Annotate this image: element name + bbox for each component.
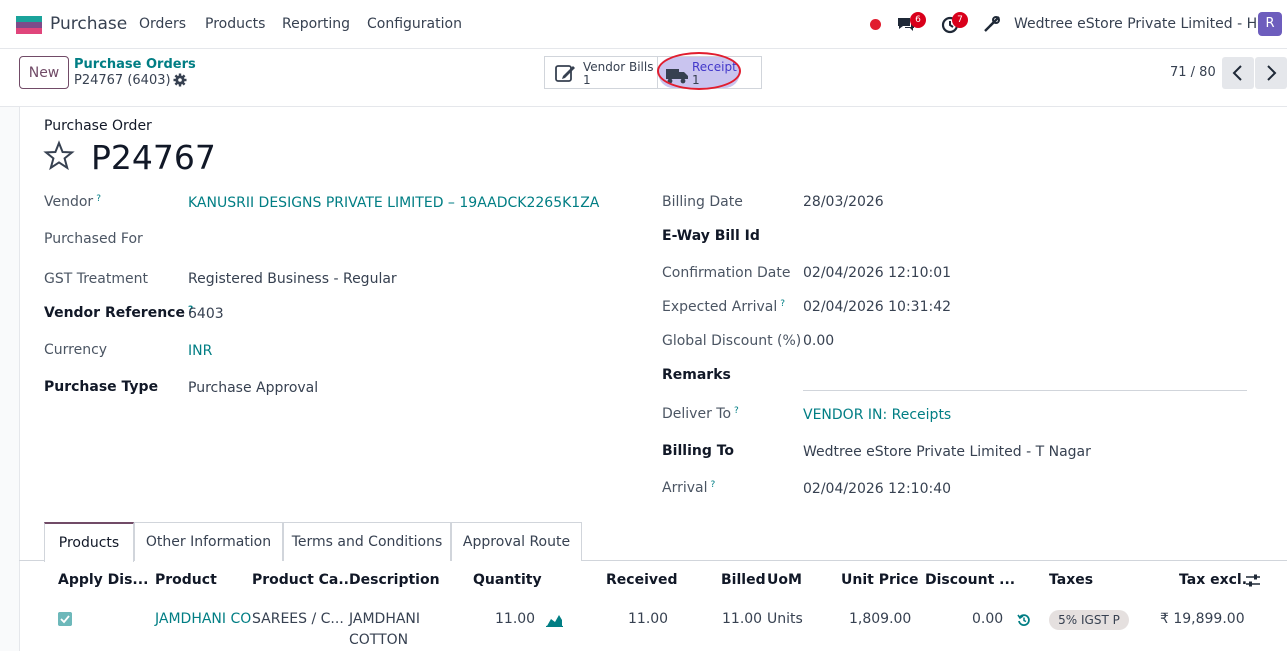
tab-approval-route[interactable]: Approval Route <box>451 522 582 561</box>
truck-icon <box>666 69 688 84</box>
expected-arrival-field[interactable]: 02/04/2026 10:31:42 <box>803 299 951 315</box>
column-received[interactable]: Received <box>606 572 678 588</box>
cell-unit-price[interactable]: 1,809.00 <box>849 611 911 627</box>
deliver-to-field[interactable]: VENDOR IN: Receipts <box>803 407 951 423</box>
chevron-left-icon <box>1232 65 1242 81</box>
tab-other-information[interactable]: Other Information <box>134 522 283 561</box>
eway-bill-label: E-Way Bill Id <box>662 228 760 244</box>
column-taxes[interactable]: Taxes <box>1049 572 1093 588</box>
column-uom[interactable]: UoM <box>767 572 802 588</box>
vendor-reference-field[interactable]: 6403 <box>188 306 224 322</box>
receipt-label: Receipt <box>692 60 737 74</box>
purchase-app-icon[interactable] <box>16 16 42 34</box>
column-product-category[interactable]: Product Ca... <box>252 572 354 588</box>
purchase-type-field[interactable]: Purchase Approval <box>188 380 318 396</box>
column-apply-discount[interactable]: Apply Dis... <box>58 572 148 588</box>
control-panel: New Purchase Orders P24767 (6403) Vendor… <box>0 49 1287 107</box>
pager-previous-button[interactable] <box>1222 57 1254 89</box>
chevron-right-icon <box>1267 65 1277 81</box>
global-discount-label: Global Discount (%) <box>662 333 802 349</box>
tab-terms-and-conditions[interactable]: Terms and Conditions <box>283 522 451 561</box>
column-settings-icon[interactable] <box>1245 573 1261 589</box>
menu-configuration[interactable]: Configuration <box>367 16 462 32</box>
cell-uom[interactable]: Units <box>767 611 803 627</box>
remarks-input-underline[interactable] <box>803 390 1247 391</box>
breadcrumb-current: P24767 (6403) <box>74 73 171 88</box>
order-name: P24767 <box>91 138 216 177</box>
confirmation-date-field[interactable]: 02/04/2026 12:10:01 <box>803 265 951 281</box>
billing-date-field[interactable]: 28/03/2026 <box>803 194 884 210</box>
form-sheet <box>19 107 1287 651</box>
menu-orders[interactable]: Orders <box>139 16 186 32</box>
column-unit-price[interactable]: Unit Price <box>841 572 918 588</box>
vendor-help-icon[interactable]: ? <box>96 194 101 204</box>
cell-billed[interactable]: 11.00 <box>722 611 762 627</box>
global-discount-field[interactable]: 0.00 <box>803 333 834 349</box>
recording-dot-icon[interactable] <box>870 19 881 30</box>
vendor-label: Vendor? <box>44 194 101 210</box>
confirmation-date-label: Confirmation Date <box>662 265 791 281</box>
column-billed[interactable]: Billed <box>721 572 766 588</box>
expected-arrival-label: Expected Arrival? <box>662 299 786 315</box>
vendor-bills-button[interactable]: Vendor Bills 1 <box>544 56 658 89</box>
tax-tag[interactable]: 5% IGST P <box>1049 610 1129 630</box>
purchase-type-label: Purchase Type <box>44 379 159 395</box>
gst-treatment-field[interactable]: Registered Business - Regular <box>188 271 397 287</box>
company-switcher[interactable]: Wedtree eStore Private Limited - HO <box>1014 16 1268 32</box>
cell-tax-excluded[interactable]: ₹ 19,899.00 <box>1160 611 1245 627</box>
activity-badge: 7 <box>952 12 968 28</box>
star-icon[interactable] <box>43 140 75 172</box>
receipt-count: 1 <box>692 73 700 87</box>
cell-discount[interactable]: 0.00 <box>972 611 1003 627</box>
cell-quantity[interactable]: 11.00 <box>495 611 535 627</box>
arrival-field[interactable]: 02/04/2026 12:10:40 <box>803 481 951 497</box>
history-icon[interactable] <box>1017 613 1031 627</box>
expected-arrival-help-icon[interactable]: ? <box>780 299 785 309</box>
cell-received[interactable]: 11.00 <box>628 611 668 627</box>
tab-products[interactable]: Products <box>44 522 134 562</box>
gst-treatment-label: GST Treatment <box>44 271 148 287</box>
chat-badge: 6 <box>910 12 926 28</box>
cell-description-line-2[interactable]: COTTON <box>349 632 408 648</box>
app-name[interactable]: Purchase <box>50 14 127 34</box>
column-discount[interactable]: Discount ... <box>925 572 1015 588</box>
vendor-field[interactable]: KANUSRII DESIGNS PRIVATE LIMITED – 19AAD… <box>188 195 599 211</box>
currency-label: Currency <box>44 342 108 358</box>
forecast-chart-icon[interactable] <box>546 613 563 627</box>
billing-date-label: Billing Date <box>662 194 743 210</box>
gear-icon[interactable] <box>173 73 187 87</box>
pager-value[interactable]: 71 / 80 <box>1170 65 1216 80</box>
tools-icon[interactable] <box>982 14 1002 34</box>
column-product[interactable]: Product <box>155 572 217 588</box>
billing-to-label: Billing To <box>662 443 735 459</box>
arrival-help-icon[interactable]: ? <box>711 480 716 490</box>
menu-reporting[interactable]: Reporting <box>282 16 350 32</box>
column-tax-excluded[interactable]: Tax excl. <box>1179 572 1247 588</box>
arrival-label: Arrival? <box>662 480 716 496</box>
new-button[interactable]: New <box>19 56 69 89</box>
purchased-for-label: Purchased For <box>44 231 143 247</box>
column-quantity[interactable]: Quantity <box>473 572 542 588</box>
vendor-reference-label: Vendor Reference? <box>44 305 194 321</box>
vendor-bills-count: 1 <box>583 73 591 87</box>
top-navbar: Purchase Orders Products Reporting Confi… <box>0 0 1287 49</box>
user-avatar[interactable]: R <box>1258 12 1282 36</box>
pager-next-button[interactable] <box>1255 57 1287 89</box>
cell-product-category[interactable]: SAREES / C... <box>252 611 344 627</box>
remarks-label: Remarks <box>662 367 731 383</box>
column-description[interactable]: Description <box>349 572 440 588</box>
pencil-square-icon <box>555 65 575 82</box>
cell-description-line-1[interactable]: JAMDHANI <box>349 611 420 627</box>
receipt-button[interactable]: Receipt 1 <box>657 56 762 89</box>
currency-field[interactable]: INR <box>188 343 212 359</box>
apply-discount-checkbox[interactable] <box>58 612 72 626</box>
billing-to-field[interactable]: Wedtree eStore Private Limited - T Nagar <box>803 444 1091 460</box>
deliver-to-help-icon[interactable]: ? <box>734 406 739 416</box>
form-caption: Purchase Order <box>44 118 152 134</box>
menu-products[interactable]: Products <box>205 16 265 32</box>
cell-product[interactable]: JAMDHANI CO <box>155 611 251 627</box>
vendor-bills-label: Vendor Bills <box>583 60 654 74</box>
breadcrumb-purchase-orders[interactable]: Purchase Orders <box>74 57 196 72</box>
deliver-to-label: Deliver To? <box>662 406 739 422</box>
